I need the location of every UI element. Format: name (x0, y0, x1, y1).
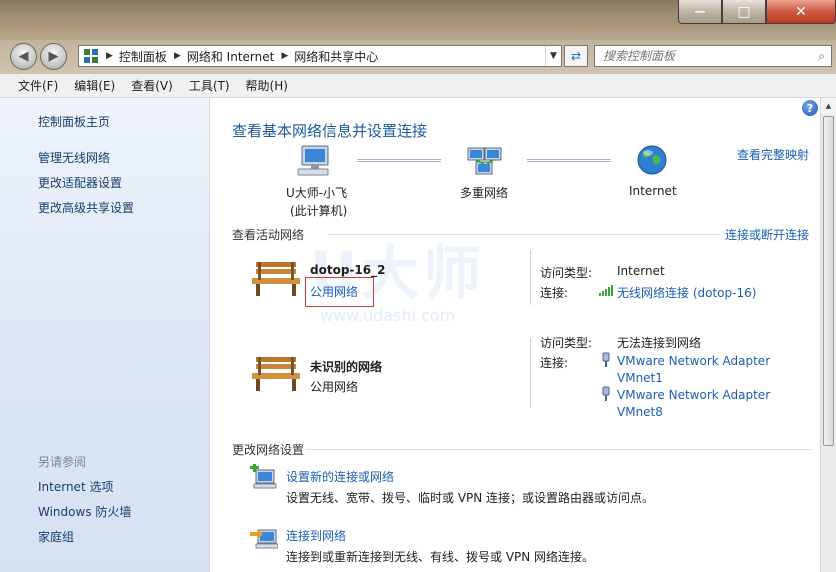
connect-disconnect-link[interactable]: 连接或断开连接 (725, 226, 809, 243)
search-input[interactable] (603, 49, 803, 63)
menu-edit[interactable]: 编辑(E) (74, 77, 115, 94)
address-dropdown-icon[interactable]: ▼ (545, 46, 561, 66)
help-icon: ? (806, 101, 814, 115)
connection-label: 连接: (540, 286, 569, 300)
title-bar: — □ ✕ (0, 0, 836, 40)
access-type-label: 访问类型: (540, 336, 593, 350)
column-divider (530, 338, 531, 408)
breadcrumb-network-sharing-center[interactable]: 网络和共享中心 (294, 48, 378, 65)
sidebar-internet-options[interactable]: Internet 选项 (38, 478, 113, 495)
main-content: ? 查看基本网络信息并设置连接 查看完整映射 U大师-小飞 (此计算机) 多重网… (210, 98, 820, 572)
map-computer-name: U大师-小飞 (286, 186, 348, 200)
connect-to-network-icon (250, 529, 278, 549)
back-arrow-icon: ◀ (18, 49, 29, 64)
column-divider (530, 250, 531, 305)
map-computer-caption: (此计算机) (290, 204, 348, 218)
setup-new-connection-link[interactable]: 设置新的连接或网络 (286, 468, 394, 485)
network-name: dotop-16_2 (310, 263, 386, 277)
breadcrumb-control-panel[interactable]: 控制面板 (119, 48, 167, 65)
window-controls: — □ ✕ (678, 0, 836, 24)
network-name: 未识别的网络 (310, 360, 383, 374)
menu-view[interactable]: 查看(V) (131, 77, 173, 94)
scroll-up-arrow-icon: ▲ (825, 102, 832, 110)
access-type-value: 无法连接到网络 (617, 336, 702, 350)
forward-button[interactable]: ▶ (40, 43, 67, 70)
sidebar-change-adapter[interactable]: 更改适配器设置 (38, 174, 122, 191)
maximize-icon: □ (737, 3, 751, 20)
menu-file[interactable]: 文件(F) (18, 77, 58, 94)
sidebar-homegroup[interactable]: 家庭组 (38, 528, 74, 545)
see-also-heading: 另请参阅 (38, 455, 87, 469)
vertical-scrollbar[interactable]: ▲ (820, 98, 836, 572)
minimize-icon: — (694, 5, 706, 18)
menu-bar: 文件(F) 编辑(E) 查看(V) 工具(T) 帮助(H) (0, 74, 836, 98)
address-bar[interactable]: ▶ 控制面板 ▶ 网络和 Internet ▶ 网络和共享中心 ▼ (78, 45, 562, 67)
page-title: 查看基本网络信息并设置连接 (232, 122, 428, 140)
forward-arrow-icon: ▶ (48, 49, 59, 64)
scroll-up-button[interactable]: ▲ (821, 98, 836, 114)
close-icon: ✕ (795, 3, 807, 20)
multiple-networks-icon (467, 147, 502, 175)
search-box[interactable]: ⌕ (594, 45, 832, 67)
active-networks-heading: 查看活动网络 (232, 228, 305, 242)
public-network-bench-icon (252, 357, 300, 391)
vmnet8-adapter-link[interactable]: VMware Network Adapter (617, 388, 770, 402)
breadcrumb-separator-icon: ▶ (173, 51, 181, 61)
minimize-button[interactable]: — (678, 0, 722, 24)
sidebar-windows-firewall[interactable]: Windows 防火墙 (38, 503, 131, 520)
help-button[interactable]: ? (802, 100, 818, 116)
menu-tools[interactable]: 工具(T) (189, 77, 230, 94)
vmnet1-adapter-link[interactable]: VMware Network Adapter (617, 354, 770, 368)
map-link-line (357, 159, 441, 162)
connect-to-network-description: 连接到或重新连接到无线、有线、拨号或 VPN 网络连接。 (286, 550, 595, 564)
ethernet-adapter-icon (602, 352, 610, 367)
ethernet-adapter-icon (602, 386, 610, 401)
scroll-thumb[interactable] (823, 116, 834, 446)
wifi-signal-icon (599, 285, 613, 296)
connection-label: 连接: (540, 356, 569, 370)
menu-help[interactable]: 帮助(H) (246, 77, 288, 94)
breadcrumb-network-internet[interactable]: 网络和 Internet (187, 48, 274, 65)
sidebar: 控制面板主页 管理无线网络 更改适配器设置 更改高级共享设置 另请参阅 Inte… (0, 98, 210, 572)
vmnet1-adapter-name[interactable]: VMnet1 (617, 371, 663, 385)
connect-to-network-link[interactable]: 连接到网络 (286, 527, 346, 544)
map-multiple-networks: 多重网络 (460, 186, 509, 200)
control-panel-icon (84, 49, 98, 63)
computer-icon (297, 145, 329, 176)
section-divider (306, 449, 811, 450)
public-network-bench-icon (252, 262, 300, 296)
search-icon[interactable]: ⌕ (818, 49, 825, 64)
highlight-box (305, 277, 374, 307)
back-button[interactable]: ◀ (10, 43, 37, 70)
setup-new-connection-description: 设置无线、宽带、拨号、临时或 VPN 连接；或设置路由器或访问点。 (286, 491, 655, 505)
internet-globe-icon (637, 145, 667, 175)
sidebar-manage-wireless[interactable]: 管理无线网络 (38, 149, 110, 166)
vmnet8-adapter-name[interactable]: VMnet8 (617, 405, 663, 419)
map-internet: Internet (629, 184, 677, 198)
close-button[interactable]: ✕ (766, 0, 836, 24)
sidebar-control-panel-home[interactable]: 控制面板主页 (38, 113, 110, 130)
breadcrumb-separator-icon: ▶ (281, 51, 289, 61)
sidebar-advanced-sharing[interactable]: 更改高级共享设置 (38, 199, 134, 216)
maximize-button[interactable]: □ (722, 0, 766, 24)
watermark-url: www.udashi.com (320, 306, 456, 325)
access-type-label: 访问类型: (540, 266, 593, 280)
wireless-connection-link[interactable]: 无线网络连接 (dotop-16) (617, 284, 756, 301)
map-link-line (527, 159, 611, 162)
new-connection-icon (250, 464, 277, 489)
navigation-bar: ◀ ▶ ▶ 控制面板 ▶ 网络和 Internet ▶ 网络和共享中心 ▼ ⇄ … (0, 40, 836, 74)
refresh-button[interactable]: ⇄ (564, 45, 588, 67)
breadcrumb-separator-icon: ▶ (106, 51, 113, 61)
refresh-icon: ⇄ (570, 49, 582, 63)
network-type: 公用网络 (310, 380, 359, 394)
change-settings-heading: 更改网络设置 (232, 443, 305, 457)
view-full-map-link[interactable]: 查看完整映射 (737, 146, 809, 163)
access-type-value: Internet (617, 264, 665, 278)
